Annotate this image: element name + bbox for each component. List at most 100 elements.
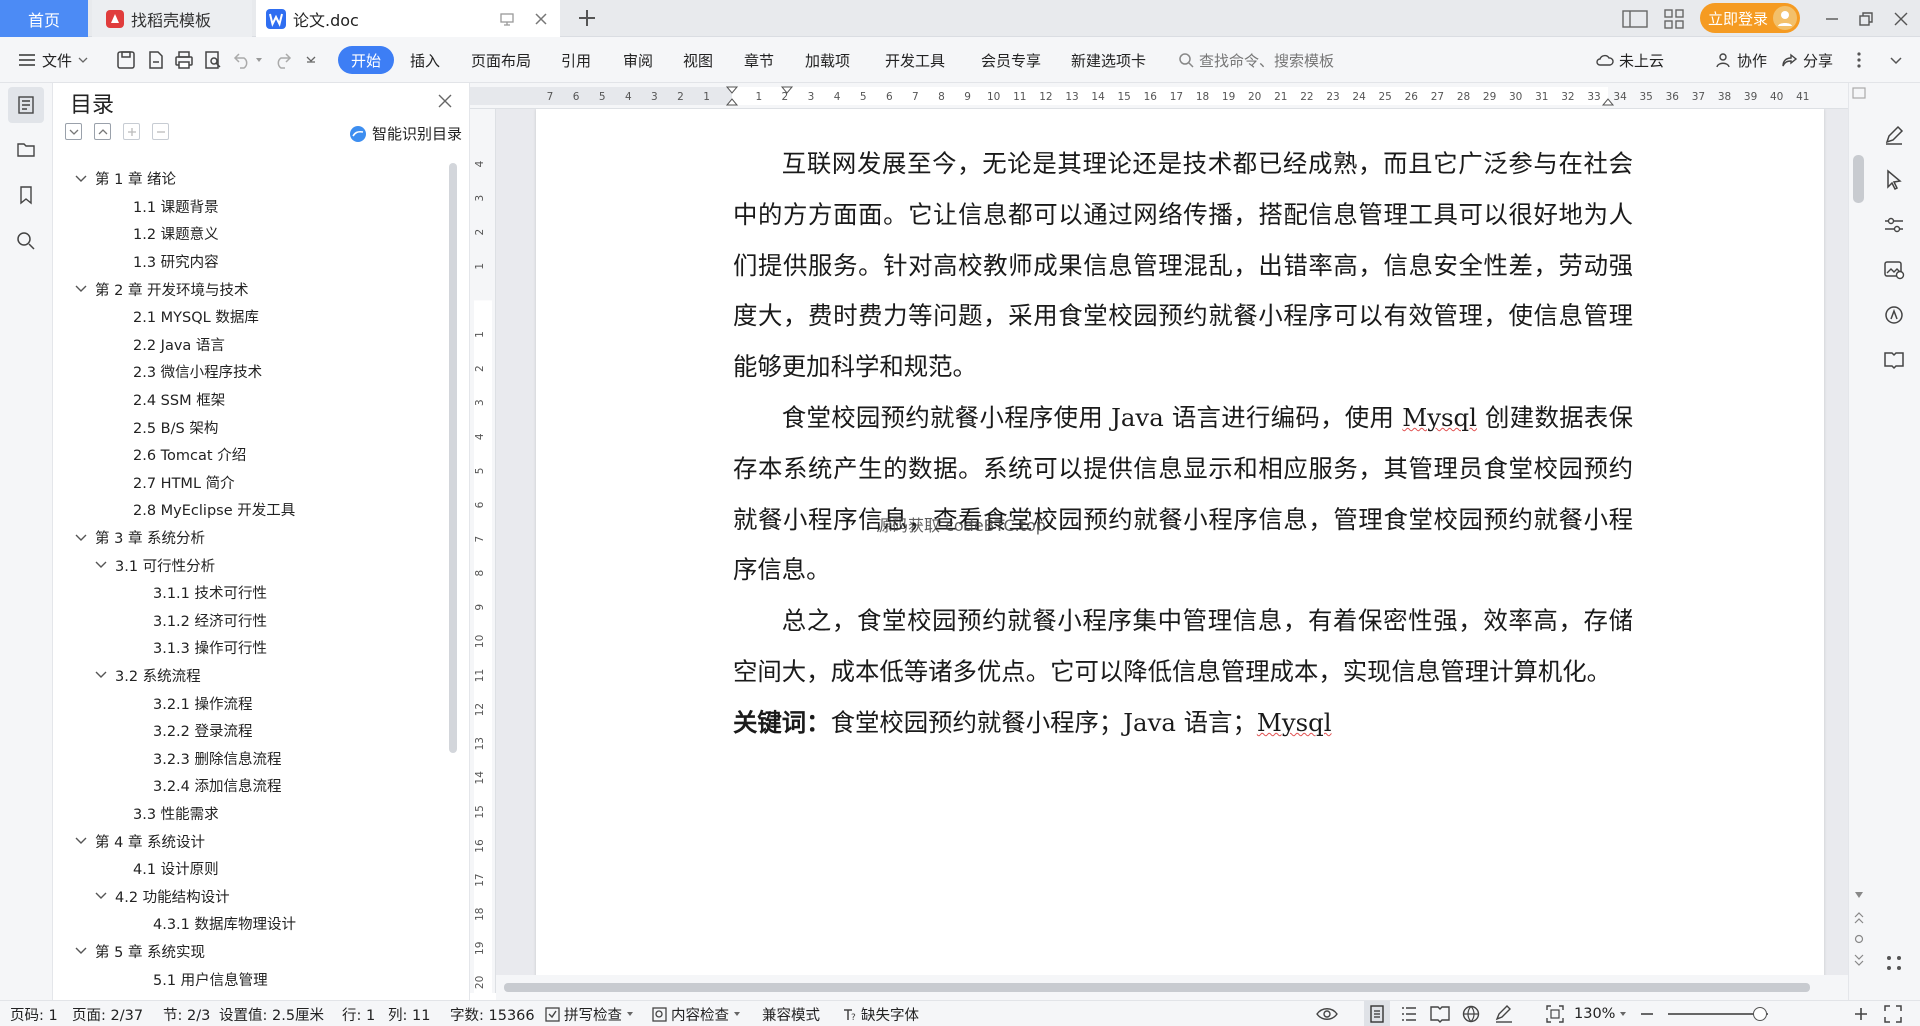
file-menu[interactable]: 文件 bbox=[18, 37, 88, 83]
remove-heading-icon[interactable] bbox=[152, 123, 169, 140]
export-pdf-icon[interactable] bbox=[146, 37, 166, 83]
toc-chevron-down-icon[interactable] bbox=[73, 175, 89, 183]
undo-icon[interactable] bbox=[233, 37, 253, 83]
close-tab-icon[interactable] bbox=[534, 12, 548, 26]
restore-icon[interactable] bbox=[1858, 6, 1874, 32]
layout-icon[interactable] bbox=[1622, 6, 1648, 32]
tab-template[interactable]: 找稻壳模板 bbox=[92, 0, 252, 37]
fullscreen-icon[interactable] bbox=[1884, 1001, 1902, 1026]
toc-scrollbar[interactable] bbox=[449, 163, 457, 753]
bookmark-icon[interactable] bbox=[8, 177, 44, 213]
toc-chevron-down-icon[interactable] bbox=[73, 534, 89, 542]
keywords-mysql[interactable]: Mysql bbox=[1257, 708, 1332, 737]
reading-icon[interactable] bbox=[1882, 348, 1906, 372]
toc-chevron-down-icon[interactable] bbox=[73, 837, 89, 845]
toc-panel-icon[interactable] bbox=[8, 87, 44, 123]
eye-protection-icon[interactable] bbox=[1316, 1001, 1338, 1026]
scroll-down-icon[interactable] bbox=[1854, 891, 1864, 899]
toc-item[interactable]: 第 3 章 系统分析 bbox=[53, 524, 443, 552]
toc-item[interactable]: 2.8 MyEclipse 开发工具 bbox=[53, 496, 443, 524]
paragraph-1[interactable]: 互联网发展至今，无论是其理论还是技术都已经成熟，而且它广泛参与在社会中的方方面面… bbox=[733, 139, 1633, 393]
toc-item[interactable]: 3.3 性能需求 bbox=[53, 800, 443, 828]
vertical-ruler[interactable]: 4 3 2 1 1 2 3 4 5 6 7 8 9 10 11 12 13 14 15 16 17 18 19 20 bbox=[470, 109, 496, 993]
toc-item[interactable]: 4.1 设计原则 bbox=[53, 855, 443, 883]
toc-item[interactable]: 3.1.2 经济可行性 bbox=[53, 607, 443, 635]
cloud-status[interactable]: 未上云 bbox=[1596, 37, 1664, 83]
toc-item[interactable]: 3.1.1 技术可行性 bbox=[53, 579, 443, 607]
toc-item[interactable]: 3.2.1 操作流程 bbox=[53, 689, 443, 717]
menu-tab-references[interactable]: 引用 bbox=[561, 37, 591, 83]
menu-tab-review[interactable]: 审阅 bbox=[623, 37, 653, 83]
tab-home[interactable]: 首页 bbox=[0, 0, 88, 37]
page-view-icon[interactable] bbox=[1364, 1001, 1390, 1026]
apps-grid-icon[interactable] bbox=[1664, 6, 1684, 32]
paragraph-2[interactable]: 食堂校园预约就餐小程序使用 Java 语言进行编码，使用 Mysql 创建数据表… bbox=[733, 393, 1633, 596]
toc-item[interactable]: 3.2.3 删除信息流程 bbox=[53, 744, 443, 772]
expand-all-icon[interactable] bbox=[65, 123, 82, 140]
menu-tab-member[interactable]: 会员专享 bbox=[981, 37, 1041, 83]
minimize-icon[interactable] bbox=[1824, 6, 1840, 32]
collaborate-button[interactable]: 协作 bbox=[1716, 37, 1767, 83]
navigation-icon[interactable] bbox=[8, 131, 44, 167]
zoom-in-icon[interactable] bbox=[1854, 1001, 1868, 1026]
zoom-out-icon[interactable] bbox=[1640, 1001, 1654, 1026]
horizontal-scroll-thumb[interactable] bbox=[504, 983, 1810, 992]
zoom-slider-knob[interactable] bbox=[1753, 1007, 1767, 1021]
scroll-top-button[interactable] bbox=[1852, 87, 1866, 99]
document-area[interactable]: 互联网发展至今，无论是其理论还是技术都已经成熟，而且它广泛参与在社会中的方方面面… bbox=[496, 109, 1848, 975]
undo-dropdown-icon[interactable] bbox=[255, 37, 263, 83]
toc-item[interactable]: 第 4 章 系统设计 bbox=[53, 827, 443, 855]
toc-chevron-down-icon[interactable] bbox=[73, 285, 89, 293]
toc-item[interactable]: 1.2 课题意义 bbox=[53, 220, 443, 248]
toc-item[interactable]: 3.1.3 操作可行性 bbox=[53, 634, 443, 662]
toc-item[interactable]: 第 2 章 开发环境与技术 bbox=[53, 275, 443, 303]
missing-font-button[interactable]: ? 缺失字体 bbox=[842, 1001, 919, 1026]
menu-tab-developer[interactable]: 开发工具 bbox=[885, 37, 945, 83]
find-icon[interactable] bbox=[8, 223, 44, 259]
close-icon[interactable] bbox=[437, 93, 453, 109]
web-view-icon[interactable] bbox=[1462, 1001, 1480, 1026]
close-window-icon[interactable] bbox=[1893, 6, 1909, 32]
toc-chevron-down-icon[interactable] bbox=[73, 947, 89, 955]
next-page-icon[interactable] bbox=[1854, 953, 1864, 967]
add-heading-icon[interactable] bbox=[123, 123, 140, 140]
outline-view-icon[interactable] bbox=[1400, 1001, 1418, 1026]
paragraph-3[interactable]: 总之，食堂校园预约就餐小程序集中管理信息，有着保密性强，效率高，存储空间大，成本… bbox=[733, 596, 1633, 698]
keywords-line[interactable]: 关键词：食堂校园预约就餐小程序；Java 语言；Mysql bbox=[733, 698, 1633, 749]
menu-tab-new[interactable]: 新建选项卡 bbox=[1071, 37, 1146, 83]
toc-item[interactable]: 3.2.2 登录流程 bbox=[53, 717, 443, 745]
more-vertical-icon[interactable] bbox=[1856, 37, 1862, 83]
document-body[interactable]: 互联网发展至今，无论是其理论还是技术都已经成熟，而且它广泛参与在社会中的方方面面… bbox=[733, 139, 1633, 749]
toc-item[interactable]: 2.2 Java 语言 bbox=[53, 331, 443, 359]
status-page-number[interactable]: 页码: 1 bbox=[10, 1001, 58, 1026]
toc-item[interactable]: 3.1 可行性分析 bbox=[53, 551, 443, 579]
toc-item[interactable]: 2.4 SSM 框架 bbox=[53, 386, 443, 414]
toc-item[interactable]: 2.1 MYSQL 数据库 bbox=[53, 303, 443, 331]
menu-tab-home[interactable]: 开始 bbox=[338, 46, 395, 74]
menu-tab-insert[interactable]: 插入 bbox=[410, 37, 440, 83]
toc-item[interactable]: 4.2 功能结构设计 bbox=[53, 882, 443, 910]
fit-page-icon[interactable] bbox=[1546, 1001, 1564, 1026]
share-button[interactable]: 分享 bbox=[1782, 37, 1833, 83]
toc-item[interactable]: 2.6 Tomcat 介绍 bbox=[53, 441, 443, 469]
toc-item[interactable]: 2.7 HTML 简介 bbox=[53, 469, 443, 497]
toc-item[interactable]: 2.3 微信小程序技术 bbox=[53, 358, 443, 386]
toc-item[interactable]: 1.3 研究内容 bbox=[53, 248, 443, 276]
horizontal-scrollbar[interactable] bbox=[496, 975, 1848, 1000]
toc-item[interactable]: 第 5 章 系统实现 bbox=[53, 938, 443, 966]
menu-tab-chapter[interactable]: 章节 bbox=[744, 37, 774, 83]
more-tools-icon[interactable] bbox=[1882, 951, 1906, 975]
adjust-sliders-icon[interactable] bbox=[1882, 213, 1906, 237]
page-select-icon[interactable] bbox=[1854, 934, 1864, 944]
redo-icon[interactable] bbox=[272, 37, 292, 83]
image-settings-icon[interactable] bbox=[1882, 258, 1906, 282]
write-mode-icon[interactable] bbox=[1494, 1001, 1514, 1026]
toc-item[interactable]: 第 1 章 绪论 bbox=[53, 165, 443, 193]
menu-tab-layout[interactable]: 页面布局 bbox=[471, 37, 531, 83]
menu-tab-view[interactable]: 视图 bbox=[683, 37, 713, 83]
save-icon[interactable] bbox=[116, 37, 136, 83]
toc-item[interactable]: 4.3.1 数据库物理设计 bbox=[53, 910, 443, 938]
select-cursor-icon[interactable] bbox=[1882, 168, 1906, 192]
screen-icon[interactable] bbox=[499, 11, 515, 27]
toc-item[interactable]: 3.2.4 添加信息流程 bbox=[53, 772, 443, 800]
